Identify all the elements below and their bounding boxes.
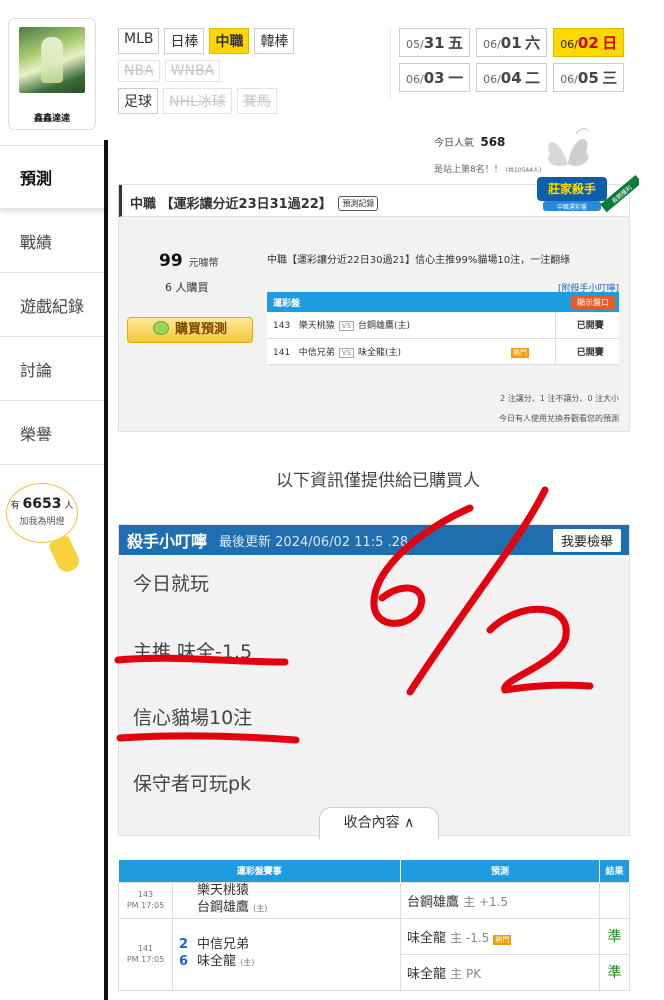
date-0603[interactable]: 06/03 一 xyxy=(399,63,471,92)
match-status: 已開賽 xyxy=(554,338,619,365)
filter-wnba: WNBA xyxy=(164,60,221,82)
col-header-result: 結果 xyxy=(599,860,630,882)
username[interactable]: 鑫鑫達達 xyxy=(9,111,95,124)
tip-line: 信心貓場10注 xyxy=(133,707,253,729)
hot-badge: 熱門 xyxy=(493,934,512,945)
pick-cell: 味全龍 主 PK xyxy=(400,953,600,991)
sidebar-item-predict[interactable]: 預測 xyxy=(0,145,108,209)
filter-kbo[interactable]: 韓棒 xyxy=(254,28,295,54)
killer-tips-card: 殺手小叮嚀 最後更新 2024/06/02 11:5 .28 我要檢舉 今日就玩… xyxy=(118,524,630,839)
filter-horse: 賽馬 xyxy=(236,88,277,114)
show-odds-button[interactable]: 顯示盤口 xyxy=(571,295,615,309)
prediction-table: 運彩盤 顯示盤口 143 樂天桃猿 VS 台鋼雄鷹(主) 已開賽 141 中信兄弟 VS… xyxy=(267,292,619,365)
popularity-value: 568 xyxy=(480,135,506,149)
page: 鑫鑫達達 預測 戰績 遊戲紀錄 討論 榮譽 有 6653 人 加我為明燈 MLB… xyxy=(0,0,664,1000)
date-0604[interactable]: 06/04 二 xyxy=(476,63,548,92)
filter-mlb[interactable]: MLB xyxy=(118,28,160,54)
tips-updated: 最後更新 2024/06/02 11:5 .28 xyxy=(219,534,409,550)
result-win: 準 xyxy=(599,917,630,955)
table-row: 141 中信兄弟 VS 味全龍(主) 熱門 已開賽 xyxy=(267,338,619,365)
sport-filters: MLB 日棒 中職 韓棒 NBA WNBA 足球 NHL冰球 賽馬 xyxy=(118,28,388,120)
prediction-description: 中職【運彩讓分近22日30過21】信心主推99%貓場10注，一注翻綠 xyxy=(267,255,571,266)
buyer-count: 6 人購買 xyxy=(165,281,209,294)
filter-nba: NBA xyxy=(118,60,160,82)
follow-sub: 加我為明燈 xyxy=(19,517,65,527)
tips-title: 殺手小叮嚀 xyxy=(127,532,208,551)
col-header-pick: 預測 xyxy=(400,860,600,882)
follow-suffix: 人 xyxy=(64,501,74,511)
buy-prediction-button[interactable]: 購買預測 xyxy=(127,317,253,343)
filter-npb[interactable]: 日棒 xyxy=(164,28,205,54)
date-0531[interactable]: 05/31 五 xyxy=(399,28,471,57)
price: 99 元噱幣 xyxy=(159,251,219,271)
col-header-game: 運彩盤賽事 xyxy=(118,860,401,882)
sidebar: 鑫鑫達達 預測 戰績 遊戲紀錄 討論 榮譽 有 6653 人 加我為明燈 xyxy=(0,0,108,1000)
tip-line: 主推 味全-1.5 xyxy=(133,641,253,663)
tip-line: 保守者可玩pk xyxy=(133,773,252,795)
sidebar-item-honor[interactable]: 榮譽 xyxy=(0,401,108,465)
bet-summary: 2 注讓分、1 注不讓分、0 注大小 xyxy=(500,394,619,403)
svg-text:中職運彩盤: 中職運彩盤 xyxy=(557,203,587,211)
coupon-note: 今日有人使用兌換券觀看您的預測 xyxy=(499,414,619,423)
profile-card[interactable]: 鑫鑫達達 xyxy=(8,18,96,130)
sidebar-item-discussion[interactable]: 討論 xyxy=(0,337,108,401)
date-0601[interactable]: 06/01 六 xyxy=(476,28,548,57)
table-row: 143 樂天桃猿 VS 台鋼雄鷹(主) 已開賽 xyxy=(267,312,619,339)
hot-badge: 熱門 xyxy=(511,347,530,358)
svg-text:莊家殺手: 莊家殺手 xyxy=(547,181,596,196)
table-row: 143 PM 17:05 樂天桃猿 台鋼雄鷹 (主) 台鋼雄鷹 主 +1.5 xyxy=(118,881,630,919)
date-0605[interactable]: 06/05 三 xyxy=(553,63,625,92)
report-button[interactable]: 我要檢舉 xyxy=(552,528,621,552)
follow-prefix: 有 xyxy=(10,501,20,511)
side-nav: 預測 戰績 遊戲紀錄 討論 榮譽 xyxy=(0,145,108,465)
date-0602[interactable]: 06/02 日 xyxy=(553,28,625,57)
dealer-killer-badge: 莊家殺手 中職運彩盤 長期獲利 xyxy=(537,174,639,213)
collapse-button[interactable]: 收合內容 ∧ xyxy=(319,807,439,839)
avatar[interactable] xyxy=(19,27,85,93)
filter-cpbl[interactable]: 中職 xyxy=(209,28,250,54)
lightbulb-icon xyxy=(47,534,83,576)
pick-cell: 味全龍 主 -1.5 熱門 xyxy=(400,917,600,955)
filter-nhl: NHL冰球 xyxy=(163,88,232,114)
coin-icon xyxy=(152,321,169,335)
follow-bubble[interactable]: 有 6653 人 加我為明燈 xyxy=(6,483,78,543)
tip-line: 今日就玩 xyxy=(133,573,210,595)
follow-count: 6653 xyxy=(22,496,62,512)
sidebar-item-game-log[interactable]: 遊戲紀錄 xyxy=(0,273,108,337)
filter-soccer[interactable]: 足球 xyxy=(118,88,158,114)
today-popularity: 今日人氣 568 xyxy=(434,135,506,149)
rank-text: 是站上第8名！！ (共10544人) xyxy=(434,165,542,175)
prediction-card: 中職 【運彩讓分近23日31過22】 預測記錄 莊家殺手 中職運彩盤 長期獲利 … xyxy=(118,174,639,432)
record-button[interactable]: 預測記錄 xyxy=(338,196,379,211)
result-win: 準 xyxy=(599,953,630,991)
sidebar-item-record[interactable]: 戰績 xyxy=(0,209,108,273)
match-status: 已開賽 xyxy=(554,312,619,339)
tips-header: 殺手小叮嚀 最後更新 2024/06/02 11:5 .28 我要檢舉 xyxy=(119,525,629,555)
main-panel: MLB 日棒 中職 韓棒 NBA WNBA 足球 NHL冰球 賽馬 05/31 … xyxy=(108,14,644,1000)
date-picker: 05/31 五 06/01 六 06/02 日 06/03 一 06/04 二 … xyxy=(390,28,630,98)
table-row: 141 PM 17:05 2 中信兄弟 6 味全龍 (主) 味全龍 主 -1.5 熱門 準 xyxy=(118,917,630,991)
pick-cell: 台鋼雄鷹 主 +1.5 xyxy=(400,881,600,919)
results-table: 運彩盤賽事 預測 結果 143 PM 17:05 樂天桃猿 台鋼雄鷹 (主) 台鋼雄… xyxy=(118,860,630,991)
buyers-only-notice: 以下資訊僅提供給已購買人 xyxy=(276,471,480,491)
